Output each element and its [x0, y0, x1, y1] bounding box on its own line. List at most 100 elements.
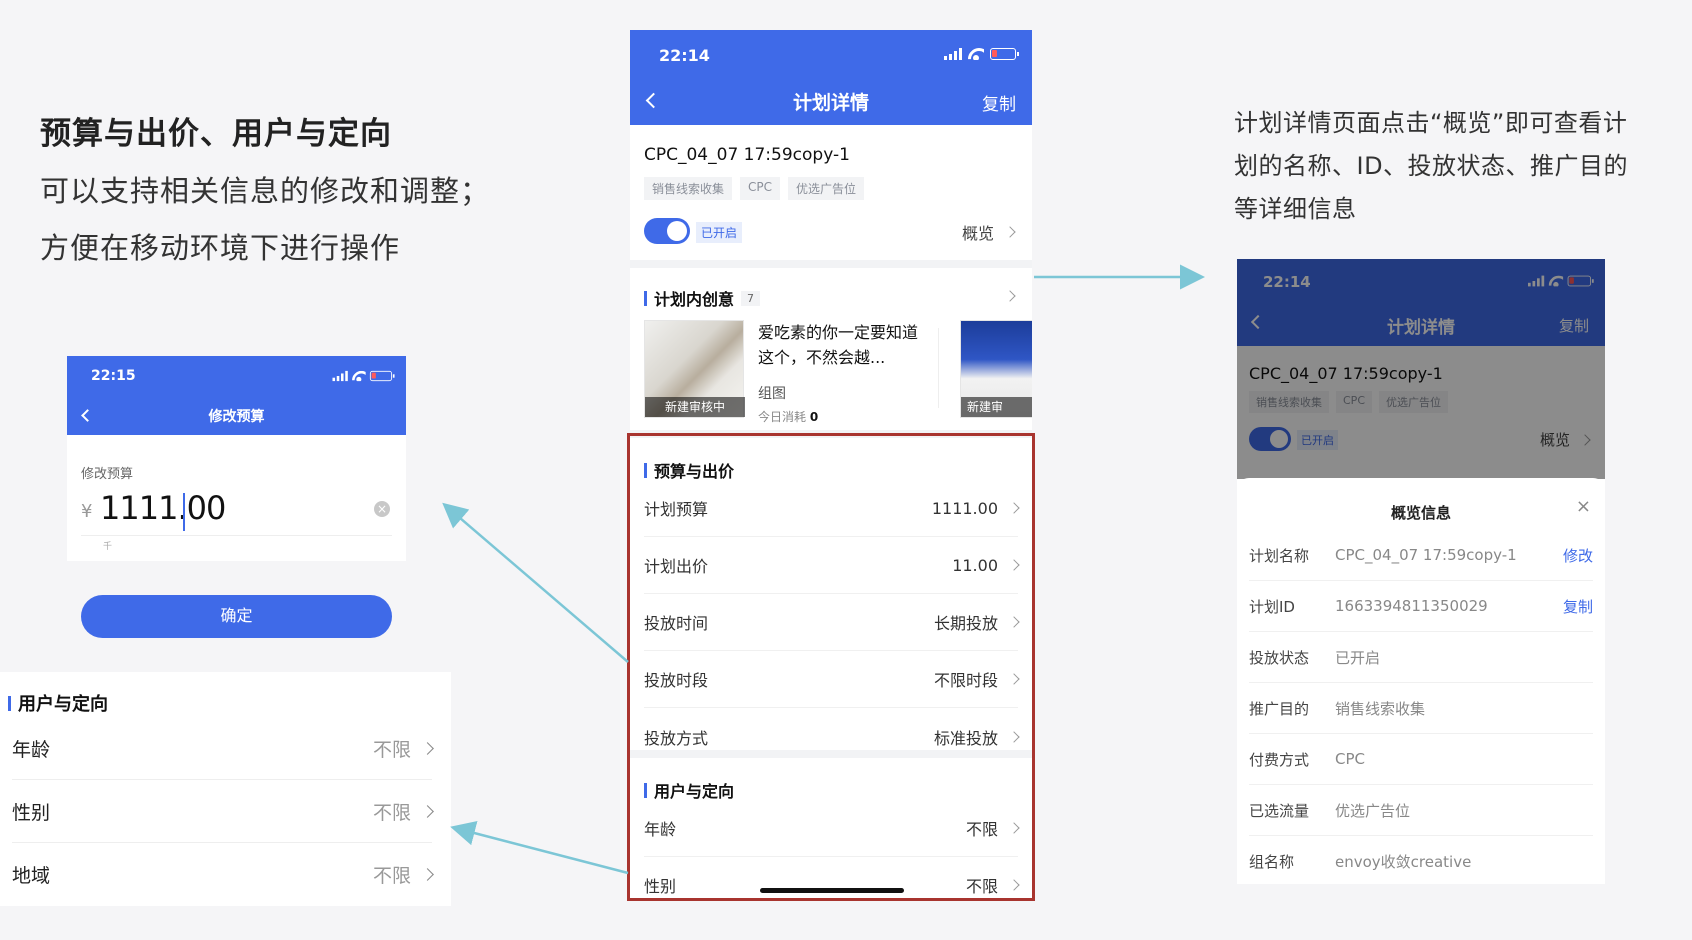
- section-title-user: 用户与定向: [8, 690, 108, 716]
- info-row-goal: 推广目的 销售线索收集: [1249, 683, 1593, 734]
- description-line-3: 等详细信息: [1234, 195, 1357, 223]
- info-label: 付费方式: [1249, 750, 1310, 769]
- text-caret: [183, 493, 185, 531]
- info-row-plan-name: 计划名称 CPC_04_07 17:59copy-1 修改: [1249, 530, 1593, 581]
- budget-form: 修改预算 ¥ 1111.00 × 千: [67, 435, 406, 561]
- highlight-frame: [627, 433, 1035, 901]
- info-row-group-name: 组名称 envoy收敛creative: [1249, 836, 1593, 884]
- arrow-to-modify-budget: [442, 502, 629, 663]
- field-label: 修改预算: [81, 467, 134, 482]
- nav-bar: 22:14 计划详情 复制: [630, 30, 1032, 125]
- user-targeting-panel: 用户与定向 年龄 不限 性别 不限 地域 不限: [0, 672, 451, 906]
- overview-screen: 22:14 计划详情 复制 CPC_04_07 17:59copy-1 销售线索…: [1237, 259, 1605, 884]
- info-value: envoy收敛creative: [1335, 853, 1472, 871]
- heading-title: 预算与出价、用户与定向: [40, 116, 392, 152]
- row-label: 地域: [12, 865, 51, 887]
- row-value: 不限: [372, 865, 411, 887]
- info-value: CPC: [1335, 750, 1365, 768]
- row-label: 性别: [12, 801, 51, 824]
- heading-line-2: 方便在移动环境下进行操作: [40, 231, 401, 265]
- currency-symbol: ¥: [81, 501, 93, 522]
- info-value: 已开启: [1335, 648, 1381, 667]
- budget-input[interactable]: 1111.00: [100, 489, 226, 527]
- info-row-billing: 付费方式 CPC: [1249, 734, 1593, 785]
- chevron-right-icon: [1004, 226, 1016, 238]
- tag: 销售线索收集: [644, 177, 733, 200]
- plan-name: CPC_04_07 17:59copy-1: [644, 145, 850, 165]
- creative-thumbnail-2[interactable]: 新建审: [960, 320, 1032, 418]
- unit-hint: 千: [103, 542, 113, 552]
- status-icons: [944, 48, 1019, 60]
- info-label: 已选流量: [1249, 801, 1310, 820]
- chevron-right-icon: [421, 868, 434, 881]
- info-row-status: 投放状态 已开启: [1249, 632, 1593, 683]
- wifi-icon: [968, 48, 984, 60]
- cost-label: 今日消耗: [758, 410, 807, 424]
- copy-id-button[interactable]: 复制: [1563, 596, 1593, 617]
- status-toggle[interactable]: [644, 218, 690, 244]
- plan-summary-card: CPC_04_07 17:59copy-1 销售线索收集 CPC 优选广告位 已…: [630, 125, 1032, 260]
- creative-count-badge: 7: [741, 290, 761, 306]
- nav-title: 修改预算: [208, 409, 265, 425]
- heading-line-1: 可以支持相关信息的修改和调整；: [40, 174, 491, 208]
- sheet-title: 概览信息: [1390, 504, 1451, 522]
- info-value: 1663394811350029: [1335, 597, 1488, 615]
- creative-thumbnail[interactable]: 新建审核中: [644, 320, 745, 418]
- input-underline: [81, 535, 392, 536]
- plan-tags: 销售线索收集 CPC 优选广告位: [644, 177, 865, 200]
- copy-button[interactable]: 复制: [982, 90, 1016, 115]
- info-row-plan-id: 计划ID 1663394811350029 复制: [1249, 581, 1593, 632]
- row-value: 不限: [372, 738, 411, 761]
- close-icon[interactable]: ×: [1576, 496, 1591, 517]
- review-status-label: 新建审核中: [645, 397, 745, 417]
- chevron-right-icon: [421, 804, 434, 818]
- nav-title: 计划详情: [792, 92, 869, 114]
- nav-bar: 22:15 修改预算: [67, 356, 406, 435]
- review-status-label-2: 新建审: [961, 397, 1032, 417]
- status-icons: [332, 370, 395, 382]
- modal-backdrop[interactable]: [1237, 259, 1605, 479]
- status-time: 22:14: [659, 46, 710, 65]
- description-line-2: 划的名称、ID、投放状态、推广目的: [1234, 152, 1629, 180]
- creative-cost: 今日消耗 0: [758, 408, 818, 425]
- info-label: 推广目的: [1249, 699, 1310, 718]
- cost-value: 0: [809, 410, 819, 424]
- wifi-icon: [352, 371, 366, 382]
- info-label: 组名称: [1249, 853, 1295, 871]
- status-badge: 已开启: [696, 222, 743, 243]
- row-region[interactable]: 地域 不限: [12, 843, 434, 906]
- status-time: 22:15: [91, 368, 136, 384]
- confirm-button[interactable]: 确定: [81, 595, 392, 638]
- creative-card: 计划内创意 7 新建审核中 爱吃素的你一定要知道这个，不然会越... 组图 今日…: [630, 268, 1032, 430]
- section-title-creative: 计划内创意 7: [644, 286, 761, 310]
- info-value: CPC_04_07 17:59copy-1: [1335, 546, 1517, 564]
- info-label: 投放状态: [1249, 648, 1310, 667]
- creative-title[interactable]: 爱吃素的你一定要知道这个，不然会越...: [758, 320, 918, 370]
- signal-icon: [944, 48, 962, 60]
- arrow-to-user-targeting: [450, 820, 629, 875]
- creative-type: 组图: [758, 386, 786, 402]
- description-line-1: 计划详情页面点击“概览”即可查看计: [1234, 109, 1628, 137]
- row-age[interactable]: 年龄 不限: [12, 717, 434, 780]
- overview-link[interactable]: 概览: [961, 220, 1016, 244]
- clear-icon[interactable]: ×: [374, 501, 390, 517]
- info-value: 销售线索收集: [1335, 699, 1426, 718]
- divider: [938, 328, 939, 408]
- tag: CPC: [740, 177, 781, 200]
- chevron-right-icon[interactable]: [1004, 290, 1016, 302]
- edit-button[interactable]: 修改: [1563, 545, 1593, 566]
- tag: 优选广告位: [788, 177, 865, 200]
- info-row-traffic: 已选流量 优选广告位: [1249, 785, 1593, 836]
- overview-label: 概览: [961, 224, 994, 243]
- description-text: 计划详情页面点击“概览”即可查看计 划的名称、ID、投放状态、推广目的 等详细信…: [1234, 102, 1634, 231]
- info-label: 计划名称: [1249, 546, 1310, 565]
- signal-icon: [332, 370, 348, 382]
- section-title-label: 用户与定向: [18, 694, 108, 715]
- overview-sheet: 概览信息 × 计划名称 CPC_04_07 17:59copy-1 修改 计划I…: [1237, 478, 1605, 884]
- info-value: 优选广告位: [1335, 801, 1411, 820]
- row-label: 年龄: [12, 738, 51, 761]
- info-label: 计划ID: [1249, 597, 1295, 616]
- modify-budget-screen: 22:15 修改预算 修改预算 ¥ 1111.00 × 千: [67, 356, 406, 561]
- row-value: 不限: [372, 801, 411, 824]
- row-gender[interactable]: 性别 不限: [12, 780, 434, 843]
